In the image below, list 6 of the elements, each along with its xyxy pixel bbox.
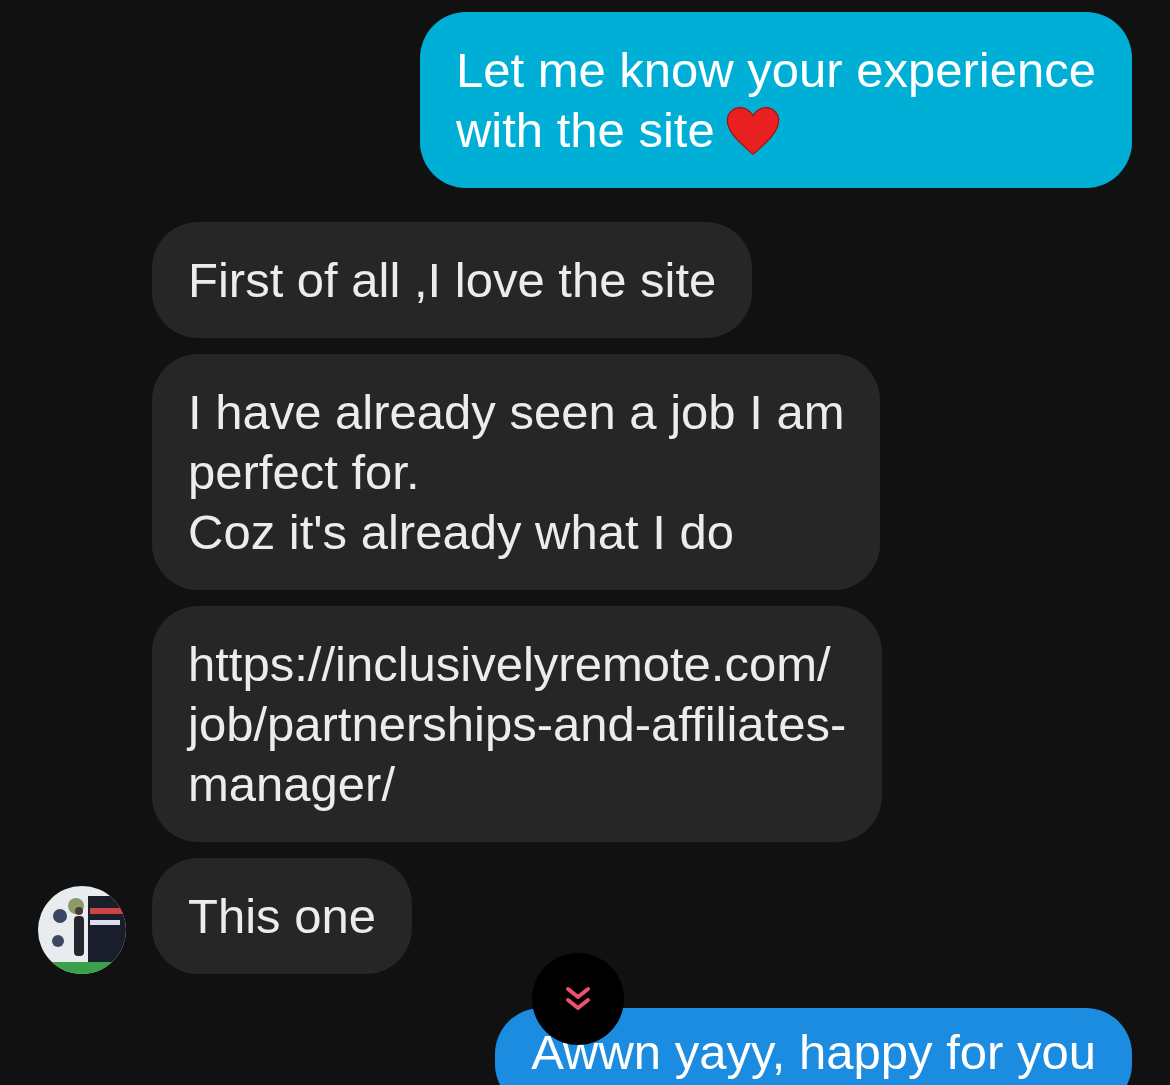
message-bubble: Let me know your experience with the site <box>419 12 1132 188</box>
message-bubble: https://inclusivelyremote.com/ job/partnerships-and-affiliates- manager/ <box>152 606 883 842</box>
message-bubble: This one <box>152 858 412 974</box>
message-bubble: Awwn yayy, happy for you <box>495 1008 1132 1085</box>
message-bubble: First of all ,I love the site <box>152 222 753 338</box>
message-bubble: I have already seen a job I am perfect for. Coz it's already what I do <box>152 354 881 590</box>
